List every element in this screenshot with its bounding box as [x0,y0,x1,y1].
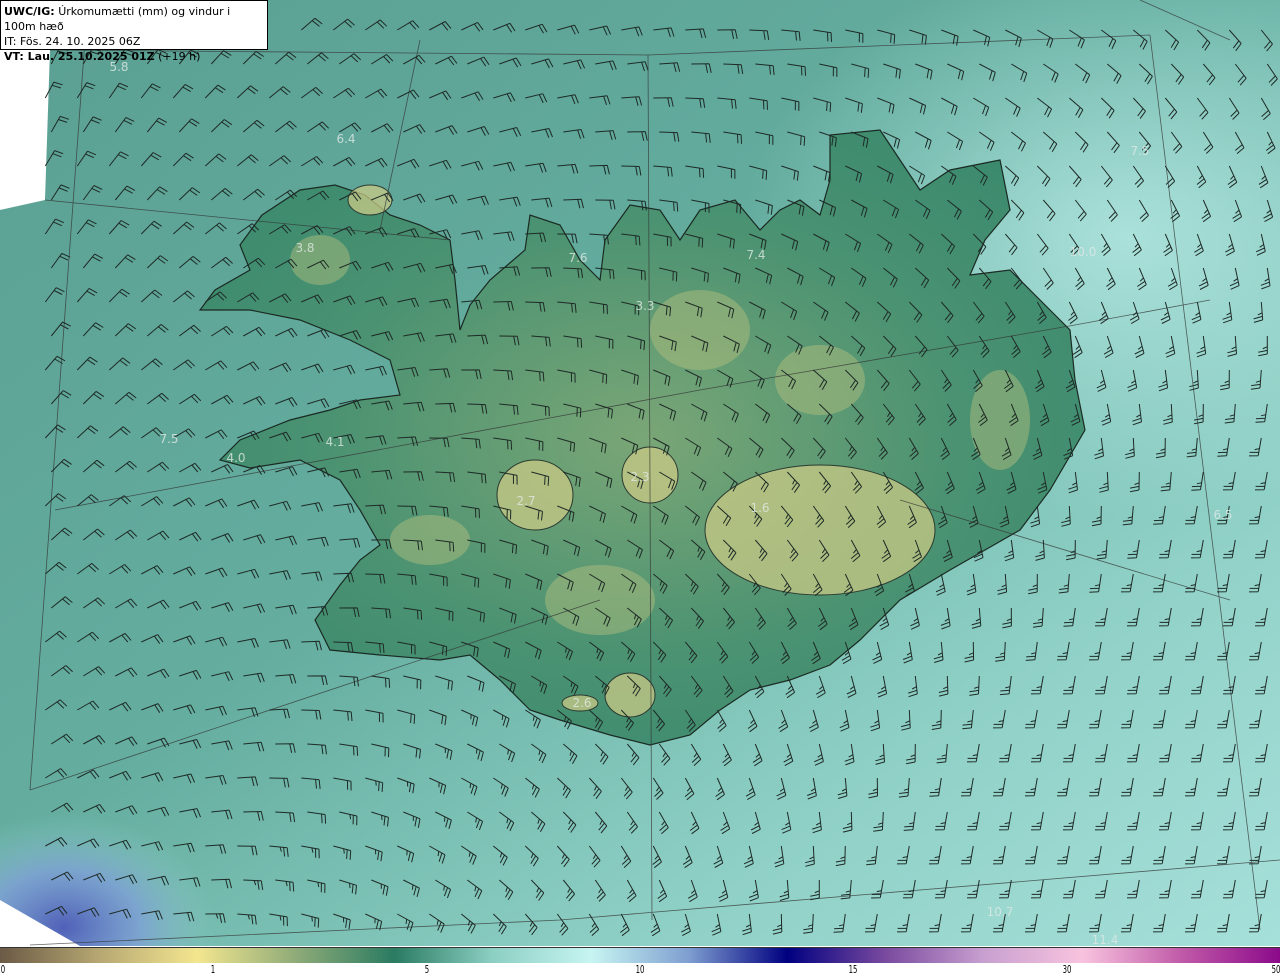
precip-max-label: 7.4 [746,248,765,262]
precipitation-wind-map: 5.86.43.87.63.37.47.510.07.5 4.14.02.72.3… [0,0,1280,946]
colorbar-tick-label: 1 [211,963,216,976]
colorbar-tick-label: 50 [1271,963,1280,976]
precip-max-label: 1.6 [750,501,769,515]
lead-time: (+19 h) [158,50,201,63]
colorbar-tick-label: 0 [0,963,6,976]
precip-max-label: 11.4 [1092,933,1119,946]
title-box: UWC/IG: Úrkomumætti (mm) og vindur i 100… [0,0,268,63]
precip-max-label: 10.0 [1070,245,1097,259]
precip-max-label: 3.8 [295,241,314,255]
glacier-myrdalsjokull [604,672,656,718]
precip-max-label: 2.7 [516,494,535,508]
valid-time: VT: Lau. 25.10.2025 01Z [4,50,155,63]
precip-max-label: 7.5 [1130,144,1149,158]
precip-max-label: 6.5 [1213,508,1232,522]
colorbar-tick-label: 30 [1062,963,1072,976]
precip-max-label: 7.6 [568,251,587,265]
precip-max-label: 4.1 [325,435,344,449]
precip-max-label: 2.6 [572,696,591,710]
precip-max-label: 7.5 [159,432,178,446]
glacier-vatnajokull [704,464,936,596]
colorbar-ticks: 0 1 5 10 15 30 50 [0,962,1280,978]
precip-max-label: 3.3 [635,299,654,313]
model-name: UWC/IG: [4,5,55,18]
colorbar [0,947,1280,963]
glacier-drangajokull [347,184,393,216]
precip-max-label: 10.7 [987,905,1014,919]
colorbar-tick-label: 5 [424,963,429,976]
colorbar-tick-label: 10 [635,963,645,976]
precip-max-label: 6.4 [336,132,355,146]
precip-max-label: 4.0 [226,451,245,465]
init-time: IT: Fös. 24. 10. 2025 06Z [4,35,141,48]
colorbar-tick-label: 15 [848,963,858,976]
precip-max-label: 2.3 [630,470,649,484]
